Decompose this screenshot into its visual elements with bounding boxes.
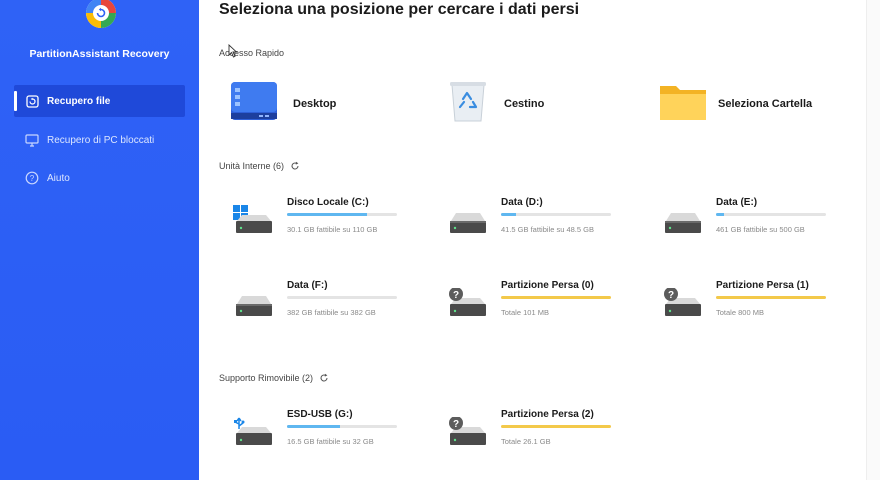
drive-usage-bar: [287, 213, 397, 216]
drive-size: 30.1 GB fattibile su 110 GB: [287, 225, 378, 234]
drive-usage-fill: [716, 213, 724, 216]
quick-item-label: Seleziona Cartella: [718, 98, 813, 110]
drive-usage-fill: [287, 425, 340, 428]
help-icon: ?: [25, 171, 39, 185]
sidebar-item-recupero-pc-bloccati[interactable]: Recupero di PC bloccati: [14, 124, 185, 156]
sidebar-item-label: Recupero di PC bloccati: [47, 134, 155, 146]
app-name: PartitionAssistant Recovery: [29, 48, 170, 60]
drive-size: Totale 26.1 GB: [501, 437, 551, 446]
svg-text:?: ?: [30, 174, 35, 183]
drive-size: 461 GB fattibile su 500 GB: [716, 225, 805, 234]
main-panel: Seleziona una posizione per cercare i da…: [199, 0, 880, 480]
svg-text:?: ?: [453, 290, 459, 301]
drive-item[interactable]: Data (E:) 461 GB fattibile su 500 GB: [648, 197, 848, 251]
drive-name: Partizione Persa (1): [716, 280, 809, 291]
lost-partition-icon: ?: [662, 287, 704, 322]
sidebar-item-label: Recupero file: [47, 95, 111, 107]
drive-usage-fill: [287, 213, 368, 216]
app-logo-icon: [84, 0, 118, 30]
desktop-icon: [229, 80, 279, 129]
drive-size: Totale 800 MB: [716, 308, 764, 317]
drive-item[interactable]: Data (F:) 382 GB fattibile su 382 GB: [219, 280, 419, 334]
quick-item-label: Desktop: [293, 98, 337, 110]
svg-text:?: ?: [668, 290, 674, 301]
drive-item[interactable]: ? Partizione Persa (0) Totale 101 MB: [433, 280, 633, 334]
drive-size: Totale 101 MB: [501, 308, 549, 317]
section-title-label: Supporto Rimovibile (2): [219, 373, 314, 383]
drive-name: Partizione Persa (2): [501, 409, 594, 420]
refresh-icon[interactable]: [290, 161, 300, 171]
drive-usage-bar: [716, 213, 826, 216]
recycle-bin-icon: [446, 79, 490, 130]
lost-partition-icon: ?: [447, 287, 489, 322]
refresh-icon[interactable]: [319, 373, 329, 383]
drive-item[interactable]: ? Partizione Persa (2) Totale 26.1 GB: [433, 409, 633, 463]
svg-text:?: ?: [453, 419, 459, 430]
drive-usage-bar: [287, 425, 397, 428]
windows-drive-icon: [233, 205, 275, 239]
sidebar-item-label: Aiuto: [47, 172, 70, 184]
drive-usage-fill: [501, 213, 517, 216]
section-title-removable: Supporto Rimovibile (2): [219, 373, 329, 383]
hard-disk-icon: [447, 205, 489, 239]
sidebar: PartitionAssistant Recovery Recupero fil…: [0, 0, 199, 480]
drive-usage-bar: [501, 213, 611, 216]
drive-name: ESD-USB (G:): [287, 409, 353, 420]
monitor-icon: [25, 133, 39, 147]
drive-item[interactable]: Disco Locale (C:) 30.1 GB fattibile su 11…: [219, 197, 419, 251]
drive-usage-bar: [716, 296, 826, 299]
drive-usage-bar: [501, 296, 611, 299]
drive-usage-bar: [501, 425, 611, 428]
folder-icon: [658, 80, 708, 129]
drive-size: 382 GB fattibile su 382 GB: [287, 308, 376, 317]
drive-name: Data (F:): [287, 280, 328, 291]
quick-item-desktop[interactable]: Desktop: [229, 80, 336, 128]
restore-file-icon: [25, 94, 39, 108]
drive-name: Partizione Persa (0): [501, 280, 594, 291]
drive-size: 16.5 GB fattibile su 32 GB: [287, 437, 374, 446]
sidebar-item-aiuto[interactable]: ? Aiuto: [14, 162, 185, 194]
section-title-internal: Unità Interne (6): [219, 161, 300, 171]
drive-item[interactable]: ESD-USB (G:) 16.5 GB fattibile su 32 GB: [219, 409, 419, 463]
drive-item[interactable]: Data (D:) 41.5 GB fattibile su 48.5 GB: [433, 197, 633, 251]
drive-size: 41.5 GB fattibile su 48.5 GB: [501, 225, 594, 234]
quick-item-label: Cestino: [504, 98, 545, 110]
section-title-label: Unità Interne (6): [219, 161, 285, 171]
usb-drive-icon: [233, 417, 275, 451]
page-title: Seleziona una posizione per cercare i da…: [219, 1, 580, 18]
drive-item[interactable]: ? Partizione Persa (1) Totale 800 MB: [648, 280, 848, 334]
sidebar-item-recupero-file[interactable]: Recupero file: [14, 85, 185, 117]
app-window: PartitionAssistant Recovery Recupero fil…: [0, 0, 880, 480]
drive-usage-fill: [716, 296, 826, 299]
drive-name: Data (D:): [501, 197, 543, 208]
lost-partition-icon: ?: [447, 416, 489, 451]
scroll-gutter: [866, 0, 880, 480]
hard-disk-icon: [662, 205, 704, 239]
hard-disk-icon: [233, 288, 275, 322]
active-indicator: [14, 91, 17, 111]
drive-name: Data (E:): [716, 197, 758, 208]
mouse-cursor-icon: [228, 44, 238, 58]
drive-usage-fill: [501, 296, 611, 299]
quick-item-cestino[interactable]: Cestino: [446, 80, 544, 128]
drive-usage-fill: [501, 425, 611, 428]
quick-item-seleziona-cartella[interactable]: Seleziona Cartella: [658, 80, 812, 128]
drive-name: Disco Locale (C:): [287, 197, 369, 208]
drive-usage-bar: [287, 296, 397, 299]
